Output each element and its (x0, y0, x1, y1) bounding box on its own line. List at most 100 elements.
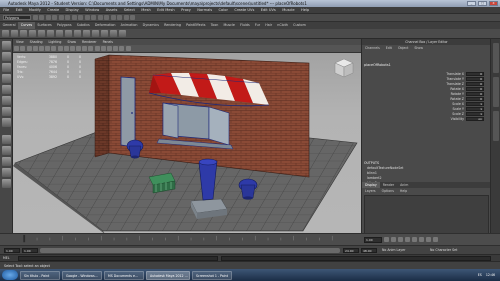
go-to-end-icon[interactable] (433, 237, 438, 242)
shelf-tab-general[interactable]: General (0, 22, 18, 29)
attr-translate-x[interactable]: Translate X0 (402, 71, 487, 76)
menu-edit[interactable]: Edit (12, 7, 25, 14)
go-to-start-icon[interactable] (384, 237, 389, 242)
attr-rotate-y[interactable]: Rotate Y0 (402, 91, 487, 96)
character-set-label[interactable]: No Character Set (430, 248, 457, 253)
insert-knot-icon[interactable] (74, 30, 81, 37)
film-gate-icon[interactable] (45, 46, 51, 51)
select-hierarchy-icon[interactable] (52, 15, 57, 20)
resolution-gate-icon[interactable] (51, 46, 57, 51)
move-tool-icon[interactable] (2, 74, 11, 83)
taskbar-button[interactable]: Google - Windows... (62, 270, 102, 280)
lights-icon[interactable] (113, 46, 119, 51)
anim-end-field[interactable]: 48.00 (361, 248, 377, 253)
rebuild-icon[interactable] (101, 30, 108, 37)
render-settings-icon[interactable] (104, 15, 109, 20)
cb-menu-show[interactable]: Show (411, 45, 426, 51)
attr-translate-z[interactable]: Translate Z0 (402, 81, 487, 86)
shelf-tab-subdivs[interactable]: Subdivs (74, 22, 92, 29)
grid-icon[interactable] (38, 46, 44, 51)
language-indicator[interactable]: ES (476, 273, 484, 277)
smooth-shade-icon[interactable] (88, 46, 94, 51)
arc-icon[interactable] (29, 30, 36, 37)
offset-icon[interactable] (92, 30, 99, 37)
menu-proxy[interactable]: Proxy (178, 7, 194, 14)
image-plane-icon[interactable] (32, 46, 38, 51)
menu-color[interactable]: Color (215, 7, 231, 14)
layer-menu-options[interactable]: Options (379, 188, 397, 194)
attr-scale-x[interactable]: Scale X1 (402, 101, 487, 106)
single-pane-layout-icon[interactable] (2, 135, 11, 144)
playback-end-field[interactable]: 24.00 (343, 248, 359, 253)
rotate-tool-icon[interactable] (2, 85, 11, 94)
cb-menu-object[interactable]: Object (395, 45, 411, 51)
close-button[interactable]: X (489, 1, 498, 6)
perspective-viewport[interactable]: View Shading Lighting Show Renderer Pane… (13, 39, 361, 233)
cb-menu-edit[interactable]: Edit (383, 45, 395, 51)
menu-assets[interactable]: Assets (103, 7, 121, 14)
channel-box-icon[interactable] (130, 15, 135, 20)
textured-icon[interactable] (107, 46, 112, 51)
shelf-tab-deformation[interactable]: Deformation (92, 22, 118, 29)
detach-curves-icon[interactable] (65, 30, 72, 37)
attr-rotate-x[interactable]: Rotate X0 (402, 86, 487, 91)
lasso-tool-icon[interactable] (2, 52, 11, 61)
attr-rotate-z[interactable]: Rotate Z0 (402, 96, 487, 101)
menu-modify[interactable]: Modify (26, 7, 44, 14)
history-icon[interactable] (110, 15, 116, 20)
ipr-render-icon[interactable] (97, 15, 103, 20)
anim-start-field[interactable]: 1.00 (4, 248, 20, 253)
layer-menu-layers[interactable]: Layers (362, 188, 379, 194)
safe-action-icon[interactable] (69, 46, 75, 51)
select-object-icon[interactable] (58, 15, 64, 20)
taskbar-button[interactable]: Sin título - Paint (20, 270, 60, 280)
range-slider-bar[interactable] (40, 248, 340, 253)
snap-curve-icon[interactable] (78, 15, 83, 20)
taskbar-button[interactable]: MS Documents e... (104, 270, 144, 280)
cb-menu-channels[interactable]: Channels (362, 45, 383, 51)
menu-mesh[interactable]: Mesh (138, 7, 154, 14)
maximize-button[interactable]: □ (478, 1, 487, 6)
circle-icon[interactable] (38, 30, 45, 37)
view-cube-icon[interactable] (333, 57, 355, 79)
save-scene-icon[interactable] (45, 15, 51, 20)
paint-select-icon[interactable] (2, 63, 11, 72)
clock[interactable]: 12:46 (484, 273, 497, 277)
shelf-tab-muscle[interactable]: Muscle (221, 22, 238, 29)
cv-curve-icon[interactable] (2, 30, 9, 37)
menu-select[interactable]: Select (121, 7, 138, 14)
shelf-tab-hair[interactable]: Hair (263, 22, 275, 29)
scale-tool-icon[interactable] (2, 96, 11, 105)
shelf-tab-fluids[interactable]: Fluids (238, 22, 253, 29)
menu-normals[interactable]: Normals (194, 7, 215, 14)
outliner-layout-icon[interactable] (2, 157, 11, 166)
shelf-tab-surfaces[interactable]: Surfaces (35, 22, 54, 29)
xray-icon[interactable] (100, 46, 106, 51)
shelf-tab-custom[interactable]: Custom (291, 22, 309, 29)
attr-scale-z[interactable]: Scale Z1 (402, 111, 487, 116)
camera-attributes-icon[interactable] (20, 46, 26, 51)
menu-create[interactable]: Create (44, 7, 62, 14)
gate-mask-icon[interactable] (57, 46, 63, 51)
attr-visibility[interactable]: Visibility on (402, 116, 487, 121)
shelf-tab-fur[interactable]: Fur (252, 22, 262, 29)
add-points-icon[interactable] (110, 30, 117, 37)
shelf-tab-toon[interactable]: Toon (208, 22, 221, 29)
shelf-tab-painteffects[interactable]: PaintEffects (184, 22, 209, 29)
shelf-tab-curves[interactable]: Curves (18, 22, 35, 29)
wireframe-on-shaded-icon[interactable] (94, 46, 100, 51)
shelf-tab-ncloth[interactable]: nCloth (275, 22, 291, 29)
attribute-editor-icon[interactable] (117, 15, 122, 20)
play-backwards-icon[interactable] (405, 237, 410, 242)
time-slider[interactable] (0, 233, 361, 245)
taskbar-button[interactable]: Screenshot 1 - Paint (192, 270, 232, 280)
attach-curves-icon[interactable] (56, 30, 63, 37)
minimize-button[interactable]: _ (467, 1, 476, 6)
step-forward-icon[interactable] (419, 237, 424, 242)
command-input[interactable] (18, 255, 218, 261)
shelf-tab-polygons[interactable]: Polygons (54, 22, 74, 29)
render-icon[interactable] (91, 15, 96, 20)
play-forwards-icon[interactable] (412, 237, 417, 242)
menu-file[interactable]: File (0, 7, 12, 14)
shelf-tab-rendering[interactable]: Rendering (162, 22, 184, 29)
